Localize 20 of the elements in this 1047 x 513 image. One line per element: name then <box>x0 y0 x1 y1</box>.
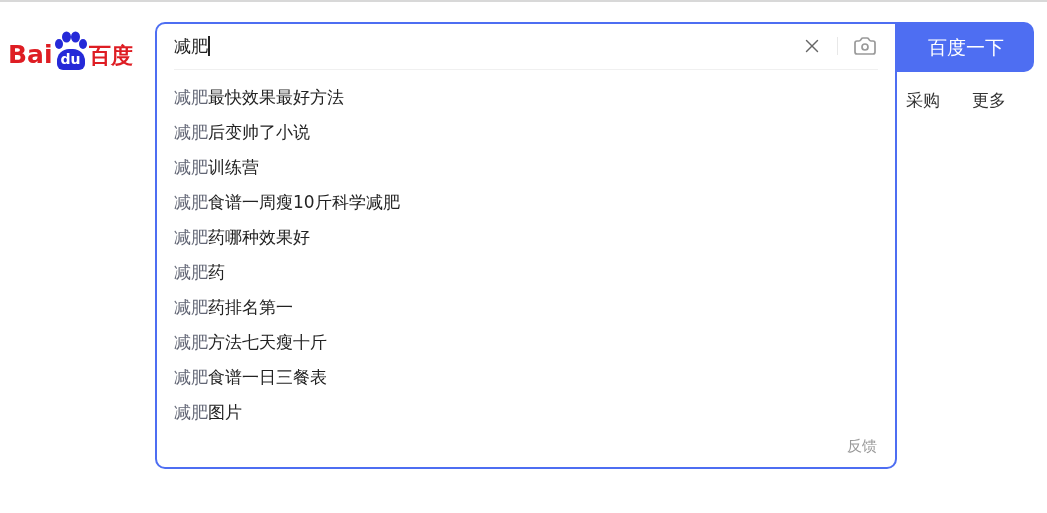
nav-link[interactable]: 采购 <box>906 88 940 114</box>
suggestion-item[interactable]: 减肥后变帅了小说 <box>174 119 878 155</box>
logo-text: Bai <box>8 42 53 70</box>
suggestion-item[interactable]: 减肥图片 <box>174 399 878 435</box>
nav-link[interactable]: 更多 <box>972 88 1006 114</box>
suggestion-item[interactable]: 减肥药排名第一 <box>174 294 878 330</box>
search-input[interactable]: 减肥 <box>174 33 801 59</box>
suggestion-item[interactable]: 减肥食谱一周瘦10斤科学减肥 <box>174 189 878 225</box>
baidu-logo[interactable]: Bai du 百度 <box>8 26 148 70</box>
suggestion-item[interactable]: 减肥药哪种效果好 <box>174 224 878 260</box>
suggestion-item[interactable]: 减肥食谱一日三餐表 <box>174 364 878 400</box>
paw-icon <box>53 31 88 49</box>
suggestion-item[interactable]: 减肥最快效果最好方法 <box>174 84 878 120</box>
logo-paw-text: du <box>56 49 85 70</box>
suggestion-item[interactable]: 减肥药 <box>174 259 878 295</box>
search-button[interactable]: 百度一下 <box>897 22 1034 72</box>
logo-text: 百度 <box>88 45 133 70</box>
text-cursor <box>208 36 210 57</box>
suggestion-item[interactable]: 减肥方法七天瘦十斤 <box>174 329 878 365</box>
suggestion-item[interactable]: 减肥训练营 <box>174 154 878 190</box>
